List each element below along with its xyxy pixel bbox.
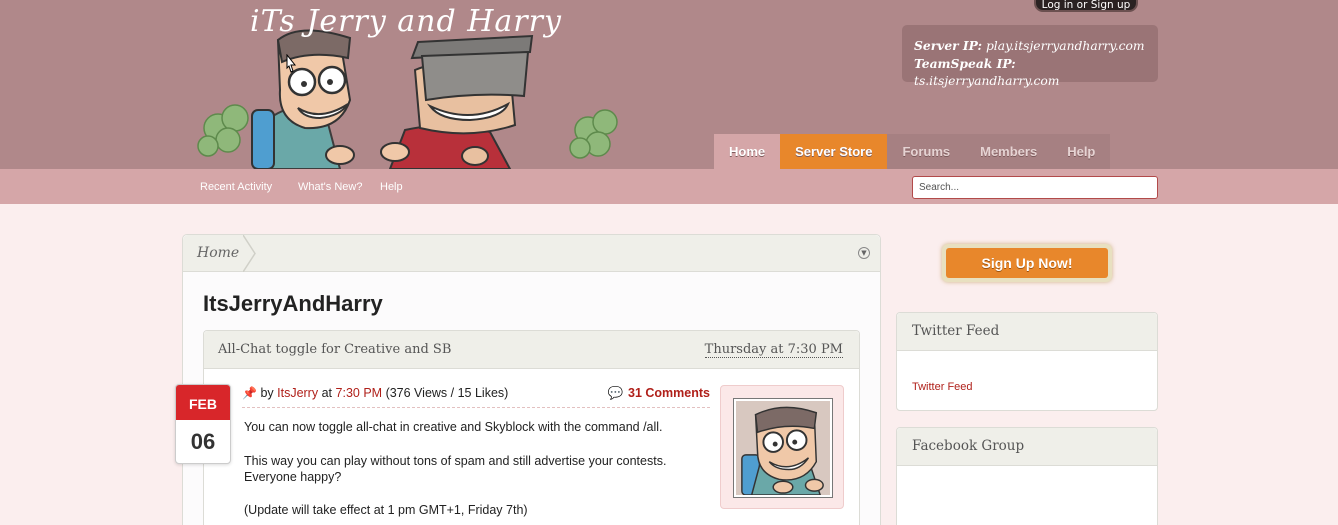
news-post: All-Chat toggle for Creative and SB Thur…: [203, 330, 860, 525]
post-date-badge: FEB 06: [175, 384, 231, 464]
post-body-line-2: This way you can play without tons of sp…: [244, 454, 667, 468]
server-info-box: Server IP: play.itsjerryandharry.com Tea…: [902, 25, 1158, 88]
teamspeak-ip-value: ts.itsjerryandharry.com: [914, 74, 1060, 88]
server-ip-label: Server IP:: [914, 38, 983, 53]
signup-button-frame: Sign Up Now!: [942, 244, 1112, 282]
twitter-feed-link[interactable]: Twitter Feed: [912, 381, 973, 393]
page-title: ItsJerryAndHarry: [203, 291, 383, 316]
post-header: All-Chat toggle for Creative and SB Thur…: [204, 331, 859, 369]
nav-tab-home[interactable]: Home: [714, 134, 781, 169]
signup-button[interactable]: Sign Up Now!: [946, 248, 1108, 278]
nav-tab-help[interactable]: Help: [1052, 134, 1111, 169]
main-content: Home ▼ ItsJerryAndHarry All-Chat toggle …: [182, 234, 881, 525]
subnav-recent-activity[interactable]: Recent Activity: [200, 181, 272, 193]
site-header: iTs Jerry and Harry Log in or Sign up Se…: [0, 0, 1338, 169]
meta-by: by: [260, 386, 274, 400]
nav-tab-server-store[interactable]: Server Store: [780, 134, 888, 169]
subnav-help[interactable]: Help: [380, 181, 403, 193]
logo-title[interactable]: iTs Jerry and Harry: [250, 4, 562, 39]
twitter-feed-block: Twitter Feed Twitter Feed: [896, 312, 1158, 411]
nav-tab-members[interactable]: Members: [965, 134, 1053, 169]
teamspeak-ip-label: TeamSpeak IP:: [914, 56, 1016, 71]
post-date[interactable]: Thursday at 7:30 PM: [704, 342, 843, 358]
post-body-line-4: (Update will take effect at 1 pm GMT+1, …: [244, 503, 528, 517]
post-meta: 📌 by ItsJerry at 7:30 PM (376 Views / 15…: [242, 386, 710, 408]
main-nav: Home Server Store Forums Members Help: [714, 134, 1111, 169]
facebook-group-title: Facebook Group: [897, 428, 1157, 466]
subnav-whats-new[interactable]: What's New?: [298, 181, 362, 193]
facebook-group-block: Facebook Group: [896, 427, 1158, 525]
post-stats: (376 Views / 15 Likes): [385, 386, 509, 400]
server-ip-line: Server IP: play.itsjerryandharry.com: [914, 37, 1146, 55]
teamspeak-ip-line: TeamSpeak IP: ts.itsjerryandharry.com: [914, 55, 1146, 90]
twitter-feed-title: Twitter Feed: [897, 313, 1157, 351]
post-time[interactable]: 7:30 PM: [336, 386, 383, 400]
post-title[interactable]: All-Chat toggle for Creative and SB: [218, 342, 451, 357]
comments-count[interactable]: 31 Comments: [628, 386, 710, 400]
search-input[interactable]: Search...: [912, 176, 1158, 199]
date-badge-day: 06: [190, 429, 216, 454]
post-body-line-1: You can now toggle all-chat in creative …: [244, 420, 663, 434]
avatar[interactable]: [733, 398, 833, 498]
mouse-cursor-icon: [286, 54, 297, 73]
server-ip-value: play.itsjerryandharry.com: [985, 39, 1145, 53]
comment-bubble-icon: 💬: [607, 386, 624, 400]
collapse-toggle-icon[interactable]: ▼: [858, 247, 870, 259]
login-signup-link[interactable]: Log in or Sign up: [1034, 0, 1138, 12]
breadcrumb: Home ▼: [183, 235, 880, 272]
pin-icon: 📌: [242, 386, 257, 400]
post-body-line-3: Everyone happy?: [244, 470, 342, 484]
nav-tab-forums[interactable]: Forums: [887, 134, 966, 169]
date-badge-month: FEB: [176, 385, 230, 420]
meta-at: at: [321, 386, 333, 400]
comments-link[interactable]: 💬 31 Comments: [607, 386, 710, 401]
breadcrumb-arrow-icon: [243, 235, 256, 272]
breadcrumb-home[interactable]: Home: [183, 235, 249, 272]
author-avatar-frame: [720, 385, 844, 509]
author-link[interactable]: ItsJerry: [277, 386, 318, 400]
